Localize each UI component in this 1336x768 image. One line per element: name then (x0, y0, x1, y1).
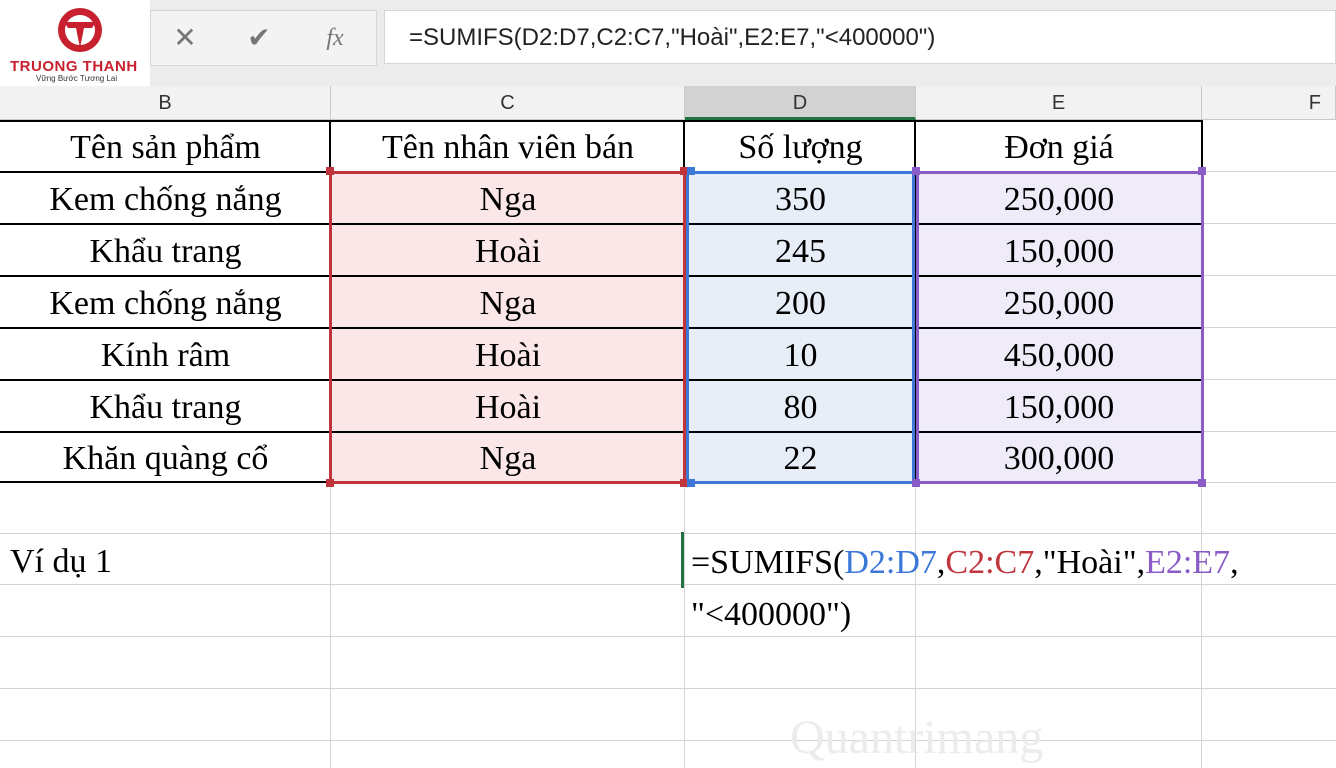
table-cell[interactable]: 450,000 (916, 329, 1202, 380)
table-cell[interactable]: 80 (685, 381, 916, 432)
active-cell-indicator (681, 532, 684, 588)
table-cell[interactable]: 150,000 (916, 381, 1202, 432)
brand-logo: TRUONG THANH Vững Bước Tương Lai (0, 0, 150, 92)
table-cell[interactable]: 300,000 (916, 432, 1202, 483)
table-cell[interactable]: 10 (685, 329, 916, 380)
formula-range-e: E2:E7 (1145, 544, 1231, 581)
table-cell[interactable]: Kem chống nắng (0, 173, 331, 224)
checkmark-icon[interactable]: ✔ (239, 11, 279, 65)
table-cell[interactable]: 200 (685, 277, 916, 328)
table-cell[interactable]: Nga (331, 173, 685, 224)
table-cell[interactable]: 250,000 (916, 277, 1202, 328)
example-label[interactable]: Ví dụ 1 (10, 535, 310, 586)
formula-bar: ✕ ✔ fx =SUMIFS(D2:D7,C2:C7,"Hoài",E2:E7,… (0, 0, 1336, 86)
table-cell[interactable]: Hoài (331, 381, 685, 432)
column-header-b[interactable]: B (0, 86, 331, 120)
column-header-e[interactable]: E (916, 86, 1202, 120)
table-cell[interactable]: Nga (331, 277, 685, 328)
table-cell[interactable]: Hoài (331, 225, 685, 276)
table-header-seller[interactable]: Tên nhân viên bán (331, 121, 685, 172)
logo-emblem-icon (58, 8, 102, 52)
table-cell[interactable]: Khẩu trang (0, 225, 331, 276)
column-header-d[interactable]: D (685, 86, 916, 120)
cancel-icon[interactable]: ✕ (165, 11, 205, 65)
table-header-price[interactable]: Đơn giá (916, 121, 1202, 172)
column-header-c[interactable]: C (331, 86, 685, 120)
table-cell[interactable]: Kem chống nắng (0, 277, 331, 328)
table-cell[interactable]: 350 (685, 173, 916, 224)
table-cell[interactable]: Nga (331, 432, 685, 483)
table-header-product[interactable]: Tên sản phẩm (0, 121, 331, 172)
formula-criteria1: ,"Hoài", (1034, 544, 1146, 581)
logo-slogan: Vững Bước Tương Lai (36, 74, 118, 83)
logo-brand-text: TRUONG THANH (10, 58, 138, 75)
formula-input[interactable]: =SUMIFS(D2:D7,C2:C7,"Hoài",E2:E7,"<40000… (384, 10, 1336, 64)
formula-range-d: D2:D7 (844, 544, 937, 581)
sheet-grid[interactable]: Tên sản phẩm Tên nhân viên bán Số lượng … (0, 120, 1336, 768)
function-icon[interactable]: fx (315, 11, 355, 65)
table-cell[interactable]: 245 (685, 225, 916, 276)
table-cell[interactable]: Khăn quàng cổ (0, 432, 331, 483)
column-header-f[interactable]: F (1202, 86, 1336, 120)
formula-bar-buttons: ✕ ✔ fx (150, 10, 377, 66)
table-cell[interactable]: 150,000 (916, 225, 1202, 276)
table-cell[interactable]: 22 (685, 432, 916, 483)
example-formula-line1[interactable]: =SUMIFS(D2:D7,C2:C7,"Hoài",E2:E7, (691, 544, 1239, 582)
table-cell[interactable]: Khẩu trang (0, 381, 331, 432)
table-cell[interactable]: Hoài (331, 329, 685, 380)
formula-func: =SUMIFS( (691, 544, 845, 581)
table-cell[interactable]: 250,000 (916, 173, 1202, 224)
formula-range-c: C2:C7 (945, 544, 1035, 581)
table-cell[interactable]: Kính râm (0, 329, 331, 380)
table-header-quantity[interactable]: Số lượng (685, 121, 916, 172)
watermark-text: Quantrimang (790, 711, 1044, 764)
example-formula-line2[interactable]: "<400000") (691, 596, 851, 634)
formula-sep: , (1230, 544, 1239, 581)
